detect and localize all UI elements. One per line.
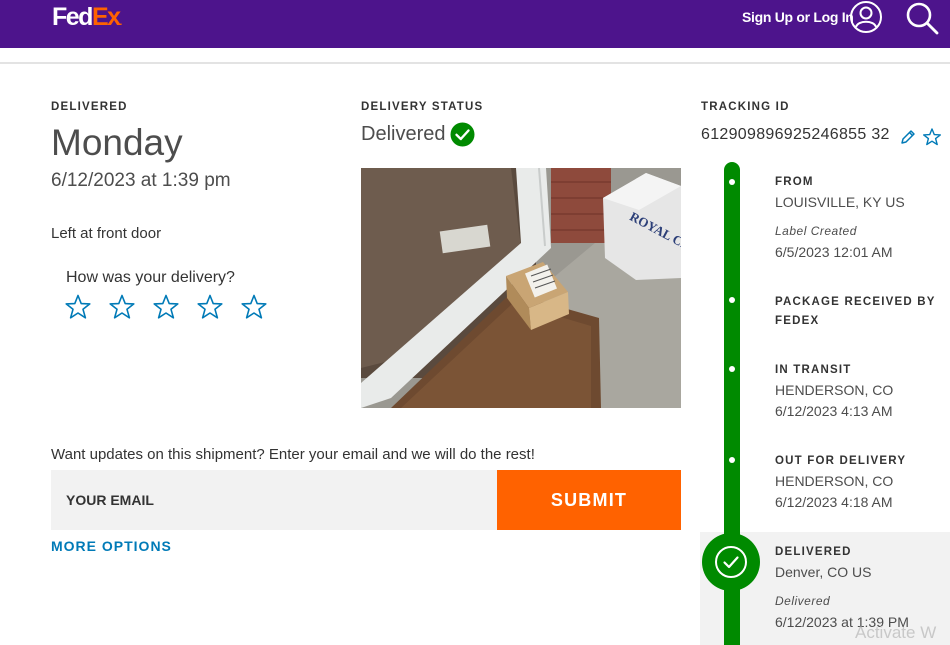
top-navigation-bar: FedEx. Sign Up or Log In xyxy=(0,0,950,48)
delivery-note: Left at front door xyxy=(51,225,162,242)
edit-pencil-icon[interactable] xyxy=(900,129,916,145)
submit-button[interactable]: SUBMIT xyxy=(497,470,681,530)
check-circle-icon xyxy=(702,533,760,591)
email-input[interactable] xyxy=(51,470,497,530)
star-outline-icon[interactable] xyxy=(197,294,223,320)
step-title: OUT FOR DELIVERY xyxy=(775,455,907,467)
logo-fed: Fed xyxy=(52,3,93,31)
search-icon[interactable] xyxy=(905,1,939,35)
check-circle-icon xyxy=(450,122,475,147)
timeline-dot xyxy=(729,179,735,185)
rating-stars xyxy=(65,294,267,320)
signin-link[interactable]: Sign Up or Log In xyxy=(742,9,854,25)
timeline-dot xyxy=(729,297,735,303)
step-location: HENDERSON, CO xyxy=(775,382,894,398)
step-title: PACKAGE RECEIVED BY xyxy=(775,296,936,308)
delivery-status-value: Delivered xyxy=(361,123,446,145)
tracking-number: 612909896925246855 32 xyxy=(701,126,890,143)
email-updates-prompt: Want updates on this shipment? Enter you… xyxy=(51,446,535,463)
step-title: IN TRANSIT xyxy=(775,364,852,376)
timeline-dot xyxy=(729,457,735,463)
step-title: DELIVERED xyxy=(775,546,852,558)
fedex-logo[interactable]: FedEx. xyxy=(52,2,122,38)
step-time: 6/5/2023 12:01 AM xyxy=(775,244,893,260)
star-outline-icon[interactable] xyxy=(241,294,267,320)
delivery-datetime: 6/12/2023 at 1:39 pm xyxy=(51,170,231,191)
activate-windows-watermark: Activate W xyxy=(855,623,937,642)
more-options-link[interactable]: MORE OPTIONS xyxy=(51,538,172,554)
logo-ex: Ex xyxy=(91,3,121,31)
step-location: HENDERSON, CO xyxy=(775,473,894,489)
star-outline-icon[interactable] xyxy=(109,294,135,320)
step-time: 6/12/2023 4:18 AM xyxy=(775,494,893,510)
step-location: Denver, CO US xyxy=(775,564,872,580)
logo-dot: . xyxy=(119,17,123,28)
step-location: LOUISVILLE, KY US xyxy=(775,194,905,210)
user-icon[interactable] xyxy=(849,0,883,34)
step-time: 6/12/2023 4:13 AM xyxy=(775,403,893,419)
delivered-label: DELIVERED xyxy=(51,101,128,113)
header-divider xyxy=(0,62,950,64)
star-outline-icon[interactable] xyxy=(153,294,179,320)
delivery-day: Monday xyxy=(51,122,183,163)
step-event: Delivered xyxy=(775,594,831,608)
step-title-line2: FEDEX xyxy=(775,315,820,327)
delivery-status-label: DELIVERY STATUS xyxy=(361,101,484,113)
favorite-star-icon[interactable] xyxy=(923,128,941,146)
step-event: Label Created xyxy=(775,224,857,238)
tracking-id-label: TRACKING ID xyxy=(701,101,790,113)
delivery-photo: ROYAL CREST xyxy=(361,168,681,408)
star-outline-icon[interactable] xyxy=(65,294,91,320)
step-title: FROM xyxy=(775,176,814,188)
rating-question: How was your delivery? xyxy=(66,269,235,286)
timeline-dot xyxy=(729,366,735,372)
